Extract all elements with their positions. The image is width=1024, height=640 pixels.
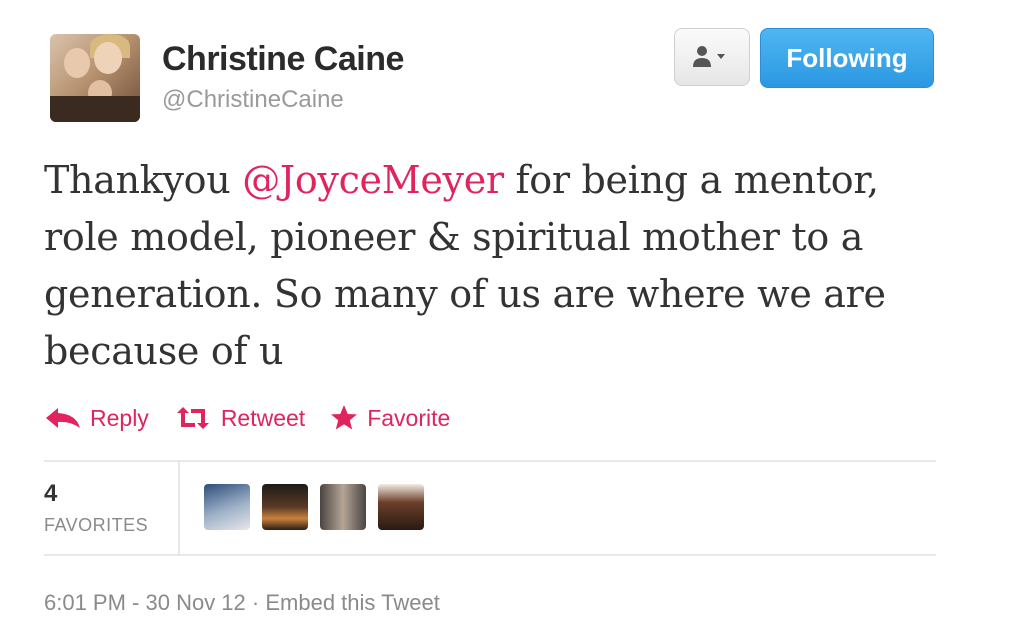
profile-avatar[interactable] (50, 34, 140, 122)
favorites-count[interactable]: 4 (44, 480, 57, 508)
retweet-button[interactable]: Retweet (173, 405, 305, 432)
timestamp-link[interactable]: 6:01 PM - 30 Nov 12 (44, 590, 246, 615)
user-actions-dropdown-button[interactable] (674, 28, 750, 86)
tweet-actions: Reply Retweet Favorite (44, 398, 450, 438)
favorite-button[interactable]: Favorite (329, 403, 450, 433)
stats-divider (178, 462, 180, 554)
following-button[interactable]: Following (760, 28, 934, 88)
reply-label: Reply (90, 404, 149, 431)
retweet-label: Retweet (220, 404, 306, 431)
retweet-icon (176, 407, 209, 429)
avatar-face (94, 42, 122, 74)
avatar-face (64, 48, 90, 78)
favorites-label: FAVORITES (44, 515, 149, 535)
favoriter-avatars (204, 484, 424, 530)
tweet-text: Thankyou @JoyceMeyer for being a mentor,… (44, 152, 944, 380)
tweet-footer: 6:01 PM - 30 Nov 12 · Embed this Tweet (44, 590, 440, 616)
favoriter-avatar[interactable] (320, 484, 366, 530)
favorite-label: Favorite (367, 404, 451, 431)
tweet-text-start: Thankyou (44, 158, 243, 202)
mention-link[interactable]: @JoyceMeyer (242, 158, 504, 202)
reply-button[interactable]: Reply (44, 405, 149, 432)
embed-tweet-link[interactable]: Embed this Tweet (265, 590, 439, 615)
user-handle[interactable]: @ChristineCaine (162, 86, 344, 114)
divider (44, 554, 936, 556)
favorite-icon (331, 405, 358, 430)
display-name[interactable]: Christine Caine (162, 40, 404, 79)
user-dropdown-icon (693, 46, 725, 67)
footer-separator: · (245, 590, 266, 615)
reply-icon (46, 408, 80, 428)
avatar-shadow (50, 96, 140, 122)
favoriter-avatar[interactable] (378, 484, 424, 530)
favoriter-avatar[interactable] (262, 484, 308, 530)
favoriter-avatar[interactable] (204, 484, 250, 530)
